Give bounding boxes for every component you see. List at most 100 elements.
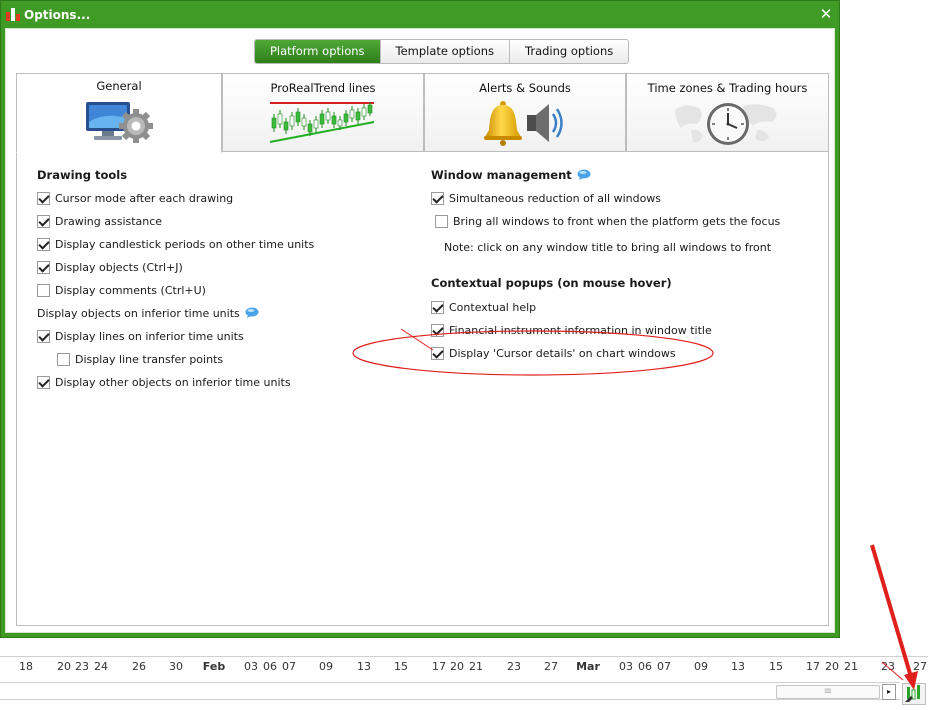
axis-tick: 13	[357, 660, 371, 673]
axis-tick: 17	[432, 660, 446, 673]
contextual-help-label: Contextual help	[449, 300, 537, 314]
option-bring-to-front[interactable]: Bring all windows to front when the plat…	[435, 212, 780, 230]
display-comments-checkbox[interactable]	[37, 283, 50, 297]
axis-tick: 13	[731, 660, 745, 673]
window-management-note: Note: click on any window title to bring…	[444, 240, 772, 254]
other-objects-inferior-checkbox[interactable]	[37, 375, 50, 389]
tab-trading-options[interactable]: Trading options	[509, 40, 629, 63]
display-objects-label: Display objects (Ctrl+J)	[55, 260, 183, 274]
clock-world-map-icon	[673, 100, 783, 149]
axis-tick: 15	[769, 660, 783, 673]
axis-tick: 27	[544, 660, 558, 673]
cursor-details-label: Display 'Cursor details' on chart window…	[449, 346, 676, 360]
axis-tick: 23	[881, 660, 895, 673]
candlestick-periods-checkbox[interactable]	[37, 237, 50, 251]
axis-tick: 15	[394, 660, 408, 673]
option-lines-inferior[interactable]: Display lines on inferior time units	[37, 327, 244, 345]
option-display-objects[interactable]: Display objects (Ctrl+J)	[37, 258, 183, 276]
option-contextual-help[interactable]: Contextual help	[431, 298, 536, 316]
axis-tick: 20	[57, 660, 71, 673]
line-transfer-points-label: Display line transfer points	[75, 352, 224, 366]
scrollbar-thumb[interactable]: ≡	[776, 685, 880, 699]
axis-tick: 20	[825, 660, 839, 673]
drawing-assistance-label: Drawing assistance	[55, 214, 163, 228]
axis-tick: 06	[638, 660, 652, 673]
drawing-tools-title: Drawing tools	[37, 168, 128, 182]
option-instrument-info[interactable]: Financial instrument information in wind…	[431, 321, 712, 339]
inferior-time-units-title: Display objects on inferior time units	[37, 306, 240, 320]
bell-speaker-icon	[483, 100, 567, 149]
lines-inferior-label: Display lines on inferior time units	[55, 329, 244, 343]
axis-tick-month: Feb	[202, 660, 226, 673]
window-management-title: Window management	[431, 168, 572, 182]
help-bubble-icon[interactable]	[245, 307, 259, 319]
simultaneous-reduction-label: Simultaneous reduction of all windows	[449, 191, 662, 205]
option-line-transfer-points[interactable]: Display line transfer points	[57, 350, 223, 368]
app-logo-icon	[6, 8, 20, 21]
inferior-time-units-heading: Display objects on inferior time units	[37, 304, 259, 322]
tab-template-options[interactable]: Template options	[379, 40, 510, 63]
axis-tick: 09	[694, 660, 708, 673]
lines-inferior-checkbox[interactable]	[37, 329, 50, 343]
scroll-right-arrow-icon[interactable]: ▸	[882, 684, 896, 700]
option-display-comments[interactable]: Display comments (Ctrl+U)	[37, 281, 206, 299]
axis-tick: 24	[94, 660, 108, 673]
date-axis: 18 20 23 24 26 30 Feb 03 06 07 09 13 15 …	[0, 656, 928, 676]
instrument-info-checkbox[interactable]	[431, 323, 444, 337]
contextual-help-checkbox[interactable]	[431, 300, 444, 314]
axis-tick: 09	[319, 660, 333, 673]
display-comments-label: Display comments (Ctrl+U)	[55, 283, 206, 297]
axis-tick: 27	[913, 660, 927, 673]
option-cursor-mode[interactable]: Cursor mode after each drawing	[37, 189, 233, 207]
cursor-mode-label: Cursor mode after each drawing	[55, 191, 234, 205]
window-management-heading: Window management	[431, 166, 591, 184]
chart-horizontal-scrollbar[interactable]: ≡ ▸	[0, 682, 900, 700]
trend-lines-chart-icon	[268, 100, 378, 147]
axis-tick: 07	[282, 660, 296, 673]
option-candlestick-periods[interactable]: Display candlestick periods on other tim…	[37, 235, 314, 253]
axis-tick-month: Mar	[576, 660, 600, 673]
other-objects-inferior-label: Display other objects on inferior time u…	[55, 375, 291, 389]
line-transfer-points-checkbox[interactable]	[57, 352, 70, 366]
cursor-details-icon	[905, 685, 920, 702]
axis-tick: 30	[169, 660, 183, 673]
tab-platform-options[interactable]: Platform options	[255, 40, 380, 63]
help-bubble-icon[interactable]	[577, 169, 591, 181]
tab-prorealtrend-label: ProRealTrend lines	[270, 81, 376, 95]
option-drawing-assistance[interactable]: Drawing assistance	[37, 212, 162, 230]
instrument-info-label: Financial instrument information in wind…	[449, 323, 712, 337]
axis-tick: 26	[132, 660, 146, 673]
axis-tick: 23	[507, 660, 521, 673]
axis-tick: 17	[806, 660, 820, 673]
dialog-titlebar[interactable]: Options... ✕	[1, 1, 839, 28]
cursor-mode-checkbox[interactable]	[37, 191, 50, 205]
axis-tick: 21	[469, 660, 483, 673]
axis-tick: 03	[619, 660, 633, 673]
option-simultaneous-reduction[interactable]: Simultaneous reduction of all windows	[431, 189, 661, 207]
cursor-details-toggle-button[interactable]	[902, 683, 926, 705]
axis-tick: 21	[844, 660, 858, 673]
axis-tick: 23	[75, 660, 89, 673]
option-other-objects-inferior[interactable]: Display other objects on inferior time u…	[37, 373, 291, 391]
tab-time-zones[interactable]: Time zones & Trading hours	[626, 73, 829, 152]
option-cursor-details[interactable]: Display 'Cursor details' on chart window…	[431, 344, 676, 362]
computer-gear-icon	[84, 100, 154, 147]
bring-to-front-checkbox[interactable]	[435, 214, 448, 228]
cursor-details-checkbox[interactable]	[431, 346, 444, 360]
options-dialog: Options... ✕ Platform options Template o…	[0, 0, 840, 638]
dialog-title: Options...	[24, 8, 91, 22]
category-tabs: General ProRealTrend lines Alerts & Soun…	[16, 73, 829, 153]
tab-alerts-sounds[interactable]: Alerts & Sounds	[424, 73, 626, 152]
dialog-content: Platform options Template options Tradin…	[5, 28, 835, 633]
close-button[interactable]: ✕	[817, 5, 835, 23]
display-objects-checkbox[interactable]	[37, 260, 50, 274]
axis-tick: 20	[450, 660, 464, 673]
tab-alerts-label: Alerts & Sounds	[479, 81, 571, 95]
drawing-assistance-checkbox[interactable]	[37, 214, 50, 228]
simultaneous-reduction-checkbox[interactable]	[431, 191, 444, 205]
tab-general[interactable]: General	[16, 73, 222, 153]
tab-time-zones-label: Time zones & Trading hours	[647, 81, 808, 95]
tab-prorealtrend-lines[interactable]: ProRealTrend lines	[222, 73, 424, 152]
axis-tick: 03	[244, 660, 258, 673]
tab-general-label: General	[96, 79, 142, 93]
